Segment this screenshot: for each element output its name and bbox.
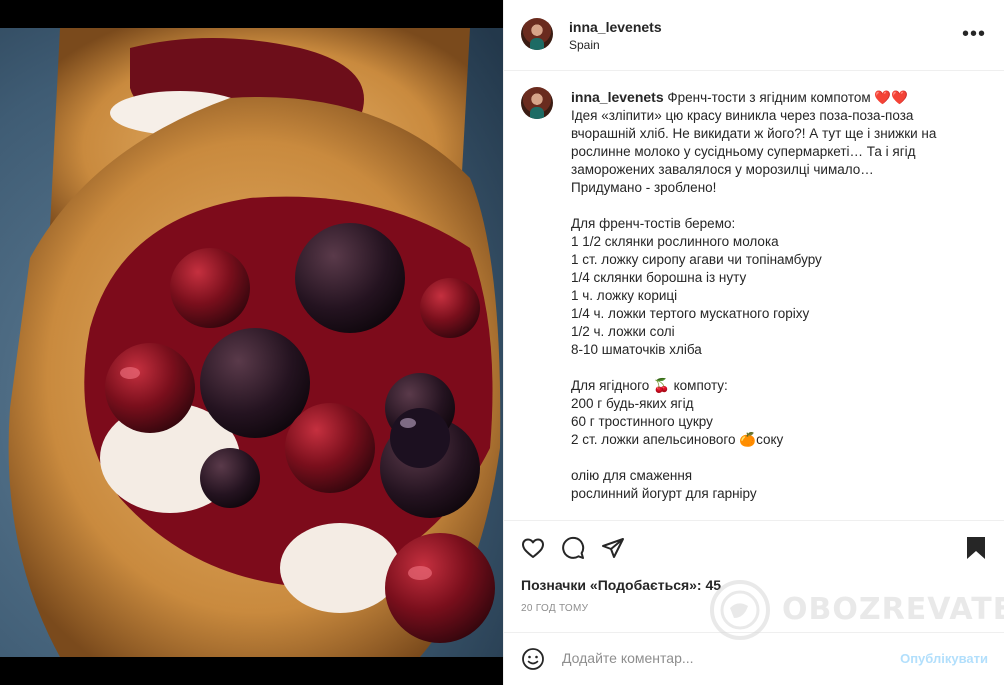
caption-line: 1 1/2 склянки рослинного молока [571, 234, 779, 249]
post-header: inna_levenets Spain ••• [504, 0, 1004, 71]
obozrevatel-watermark: OBOZREVATEL [708, 578, 1004, 642]
post-location[interactable]: Spain [569, 38, 600, 52]
caption-line [571, 359, 981, 377]
caption-line: 2 ст. ложки апельсинового 🍊соку [571, 432, 784, 447]
caption-line: рослинне молоко у сусідньому супермаркет… [571, 144, 916, 159]
caption-line: Ідея «зліпити» цю красу виникла через по… [571, 108, 914, 123]
caption-line: 1 ч. ложку кориці [571, 288, 678, 303]
heart-icon[interactable] [521, 536, 545, 560]
watermark-text: OBOZREVATEL [782, 592, 1004, 627]
post-timestamp[interactable]: 20 ГОД ТОМУ [521, 603, 588, 614]
caption-username[interactable]: inna_levenets [571, 89, 664, 105]
caption-line: рослинний йогурт для гарніру [571, 486, 757, 501]
caption-line: 1/4 ч. ложки тертого мускатного горіху [571, 306, 810, 321]
caption-avatar[interactable] [521, 87, 553, 119]
french-toast-berries-photo [0, 28, 503, 657]
caption-line: олію для смаження [571, 468, 693, 483]
caption-line [571, 449, 981, 467]
caption-line: 1/2 ч. ложки солі [571, 324, 675, 339]
comment-input[interactable] [560, 649, 864, 667]
comment-icon[interactable] [561, 536, 585, 560]
caption-line: вчорашній хліб. Не викидати ж його?! А т… [571, 126, 937, 141]
caption-line: Придумано - зроблено! [571, 180, 717, 195]
caption-title: Френч-тости з ягідним компотом ❤️❤️ [667, 90, 909, 105]
caption-line: Для ягідного 🍒 компоту: [571, 378, 728, 393]
publish-button[interactable]: Опублікувати [900, 651, 988, 666]
post-caption: inna_levenets Френч-тости з ягідним комп… [571, 88, 981, 503]
more-horizontal-icon[interactable]: ••• [962, 24, 986, 44]
caption-first-line: inna_levenets Френч-тости з ягідним комп… [571, 88, 981, 107]
caption-line: Для френч-тостів беремо: [571, 216, 736, 231]
caption-line [571, 197, 981, 215]
caption-line: 1/4 склянки борошна із нуту [571, 270, 747, 285]
likes-count[interactable]: Позначки «Подобається»: 45 [521, 577, 721, 593]
send-icon[interactable] [601, 536, 625, 560]
caption-line: 1 ст. ложку сиропу агави чи топінамбуру [571, 252, 822, 267]
obozrevatel-logo-icon [710, 580, 770, 640]
post-author-username[interactable]: inna_levenets [569, 19, 662, 35]
caption-line: 8-10 шматочків хліба [571, 342, 702, 357]
caption-line: 60 г тростинного цукру [571, 414, 713, 429]
avatar[interactable] [521, 18, 553, 50]
post-photo[interactable] [0, 0, 503, 685]
caption-line: 200 г будь-яких ягід [571, 396, 694, 411]
caption-line: заморожених завалялося у морозилці чимал… [571, 162, 874, 177]
bookmark-icon[interactable] [965, 536, 987, 560]
smile-icon[interactable] [521, 647, 545, 671]
